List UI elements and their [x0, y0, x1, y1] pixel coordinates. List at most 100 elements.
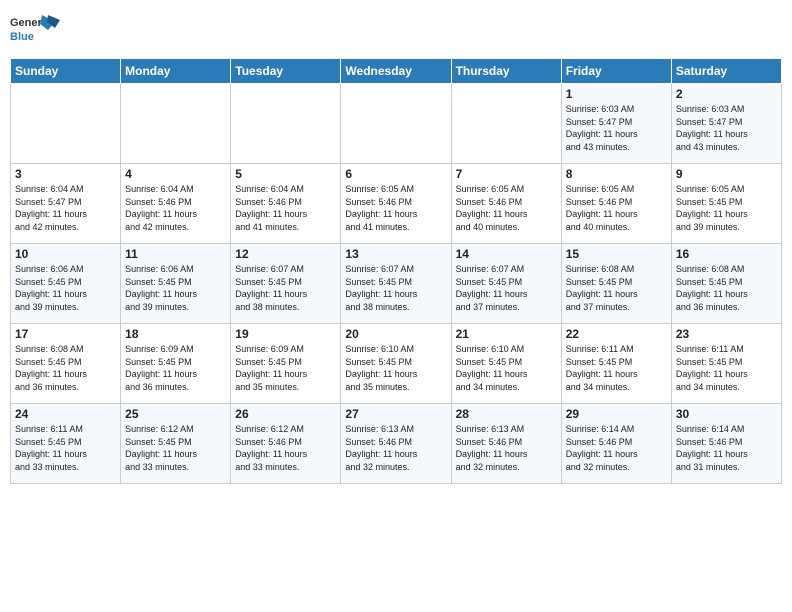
day-number: 2	[676, 87, 777, 101]
day-info: Sunrise: 6:08 AMSunset: 5:45 PMDaylight:…	[676, 263, 777, 313]
weekday-header-row: SundayMondayTuesdayWednesdayThursdayFrid…	[11, 59, 782, 84]
day-number: 26	[235, 407, 336, 421]
calendar-cell: 7 Sunrise: 6:05 AMSunset: 5:46 PMDaylight…	[451, 164, 561, 244]
calendar-cell: 9 Sunrise: 6:05 AMSunset: 5:45 PMDaylight…	[671, 164, 781, 244]
calendar-cell: 2 Sunrise: 6:03 AMSunset: 5:47 PMDaylight…	[671, 84, 781, 164]
calendar-cell: 18 Sunrise: 6:09 AMSunset: 5:45 PMDayligh…	[121, 324, 231, 404]
day-number: 6	[345, 167, 446, 181]
calendar-week-row: 17 Sunrise: 6:08 AMSunset: 5:45 PMDayligh…	[11, 324, 782, 404]
day-info: Sunrise: 6:07 AMSunset: 5:45 PMDaylight:…	[456, 263, 557, 313]
calendar-cell: 27 Sunrise: 6:13 AMSunset: 5:46 PMDayligh…	[341, 404, 451, 484]
calendar-cell: 1 Sunrise: 6:03 AMSunset: 5:47 PMDaylight…	[561, 84, 671, 164]
weekday-header-saturday: Saturday	[671, 59, 781, 84]
calendar-week-row: 1 Sunrise: 6:03 AMSunset: 5:47 PMDaylight…	[11, 84, 782, 164]
calendar-cell: 15 Sunrise: 6:08 AMSunset: 5:45 PMDayligh…	[561, 244, 671, 324]
day-number: 17	[15, 327, 116, 341]
day-number: 4	[125, 167, 226, 181]
day-number: 16	[676, 247, 777, 261]
day-info: Sunrise: 6:05 AMSunset: 5:46 PMDaylight:…	[345, 183, 446, 233]
calendar-week-row: 24Sunrise: 6:11 AMSunset: 5:45 PMDayligh…	[11, 404, 782, 484]
day-info: Sunrise: 6:05 AMSunset: 5:46 PMDaylight:…	[566, 183, 667, 233]
logo: GeneralBlue	[10, 10, 60, 50]
calendar-table: SundayMondayTuesdayWednesdayThursdayFrid…	[10, 58, 782, 484]
day-number: 24	[15, 407, 116, 421]
calendar-cell: 5 Sunrise: 6:04 AMSunset: 5:46 PMDaylight…	[231, 164, 341, 244]
calendar-week-row: 3 Sunrise: 6:04 AMSunset: 5:47 PMDaylight…	[11, 164, 782, 244]
calendar-cell: 10Sunrise: 6:06 AMSunset: 5:45 PMDayligh…	[11, 244, 121, 324]
day-info: Sunrise: 6:06 AMSunset: 5:45 PMDaylight:…	[15, 263, 116, 313]
day-number: 14	[456, 247, 557, 261]
day-info: Sunrise: 6:07 AMSunset: 5:45 PMDaylight:…	[345, 263, 446, 313]
day-number: 5	[235, 167, 336, 181]
day-info: Sunrise: 6:08 AMSunset: 5:45 PMDaylight:…	[15, 343, 116, 393]
calendar-cell	[451, 84, 561, 164]
day-number: 20	[345, 327, 446, 341]
day-info: Sunrise: 6:13 AMSunset: 5:46 PMDaylight:…	[456, 423, 557, 473]
day-number: 1	[566, 87, 667, 101]
day-info: Sunrise: 6:11 AMSunset: 5:45 PMDaylight:…	[676, 343, 777, 393]
day-info: Sunrise: 6:10 AMSunset: 5:45 PMDaylight:…	[345, 343, 446, 393]
day-info: Sunrise: 6:07 AMSunset: 5:45 PMDaylight:…	[235, 263, 336, 313]
weekday-header-monday: Monday	[121, 59, 231, 84]
day-info: Sunrise: 6:05 AMSunset: 5:45 PMDaylight:…	[676, 183, 777, 233]
day-number: 12	[235, 247, 336, 261]
calendar-cell: 17 Sunrise: 6:08 AMSunset: 5:45 PMDayligh…	[11, 324, 121, 404]
weekday-header-sunday: Sunday	[11, 59, 121, 84]
svg-text:Blue: Blue	[10, 31, 34, 43]
page-header: GeneralBlue	[10, 10, 782, 50]
day-number: 27	[345, 407, 446, 421]
day-info: Sunrise: 6:04 AMSunset: 5:46 PMDaylight:…	[235, 183, 336, 233]
calendar-cell: 22 Sunrise: 6:11 AMSunset: 5:45 PMDayligh…	[561, 324, 671, 404]
calendar-cell	[121, 84, 231, 164]
day-number: 7	[456, 167, 557, 181]
day-number: 22	[566, 327, 667, 341]
logo-graphic: GeneralBlue	[10, 10, 60, 50]
day-info: Sunrise: 6:13 AMSunset: 5:46 PMDaylight:…	[345, 423, 446, 473]
calendar-cell: 24Sunrise: 6:11 AMSunset: 5:45 PMDayligh…	[11, 404, 121, 484]
day-info: Sunrise: 6:14 AMSunset: 5:46 PMDaylight:…	[676, 423, 777, 473]
day-info: Sunrise: 6:06 AMSunset: 5:45 PMDaylight:…	[125, 263, 226, 313]
weekday-header-wednesday: Wednesday	[341, 59, 451, 84]
day-info: Sunrise: 6:08 AMSunset: 5:45 PMDaylight:…	[566, 263, 667, 313]
calendar-cell: 8Sunrise: 6:05 AMSunset: 5:46 PMDaylight…	[561, 164, 671, 244]
calendar-week-row: 10Sunrise: 6:06 AMSunset: 5:45 PMDayligh…	[11, 244, 782, 324]
day-number: 11	[125, 247, 226, 261]
weekday-header-tuesday: Tuesday	[231, 59, 341, 84]
day-number: 18	[125, 327, 226, 341]
calendar-cell: 25 Sunrise: 6:12 AMSunset: 5:45 PMDayligh…	[121, 404, 231, 484]
day-number: 25	[125, 407, 226, 421]
calendar-cell: 13 Sunrise: 6:07 AMSunset: 5:45 PMDayligh…	[341, 244, 451, 324]
calendar-cell	[231, 84, 341, 164]
day-number: 30	[676, 407, 777, 421]
calendar-cell	[11, 84, 121, 164]
day-info: Sunrise: 6:14 AMSunset: 5:46 PMDaylight:…	[566, 423, 667, 473]
day-number: 29	[566, 407, 667, 421]
weekday-header-friday: Friday	[561, 59, 671, 84]
calendar-cell: 4Sunrise: 6:04 AMSunset: 5:46 PMDaylight…	[121, 164, 231, 244]
calendar-cell: 26Sunrise: 6:12 AMSunset: 5:46 PMDayligh…	[231, 404, 341, 484]
calendar-cell: 30 Sunrise: 6:14 AMSunset: 5:46 PMDayligh…	[671, 404, 781, 484]
day-info: Sunrise: 6:05 AMSunset: 5:46 PMDaylight:…	[456, 183, 557, 233]
day-info: Sunrise: 6:03 AMSunset: 5:47 PMDaylight:…	[676, 103, 777, 153]
day-number: 13	[345, 247, 446, 261]
day-info: Sunrise: 6:10 AMSunset: 5:45 PMDaylight:…	[456, 343, 557, 393]
calendar-cell: 16 Sunrise: 6:08 AMSunset: 5:45 PMDayligh…	[671, 244, 781, 324]
calendar-cell: 29 Sunrise: 6:14 AMSunset: 5:46 PMDayligh…	[561, 404, 671, 484]
day-number: 28	[456, 407, 557, 421]
day-info: Sunrise: 6:04 AMSunset: 5:47 PMDaylight:…	[15, 183, 116, 233]
day-info: Sunrise: 6:12 AMSunset: 5:45 PMDaylight:…	[125, 423, 226, 473]
day-number: 3	[15, 167, 116, 181]
day-info: Sunrise: 6:09 AMSunset: 5:45 PMDaylight:…	[125, 343, 226, 393]
day-number: 9	[676, 167, 777, 181]
calendar-cell: 19 Sunrise: 6:09 AMSunset: 5:45 PMDayligh…	[231, 324, 341, 404]
calendar-cell	[341, 84, 451, 164]
day-number: 21	[456, 327, 557, 341]
day-number: 23	[676, 327, 777, 341]
day-info: Sunrise: 6:03 AMSunset: 5:47 PMDaylight:…	[566, 103, 667, 153]
calendar-cell: 28 Sunrise: 6:13 AMSunset: 5:46 PMDayligh…	[451, 404, 561, 484]
day-info: Sunrise: 6:09 AMSunset: 5:45 PMDaylight:…	[235, 343, 336, 393]
day-info: Sunrise: 6:11 AMSunset: 5:45 PMDaylight:…	[566, 343, 667, 393]
day-number: 15	[566, 247, 667, 261]
day-number: 19	[235, 327, 336, 341]
weekday-header-thursday: Thursday	[451, 59, 561, 84]
